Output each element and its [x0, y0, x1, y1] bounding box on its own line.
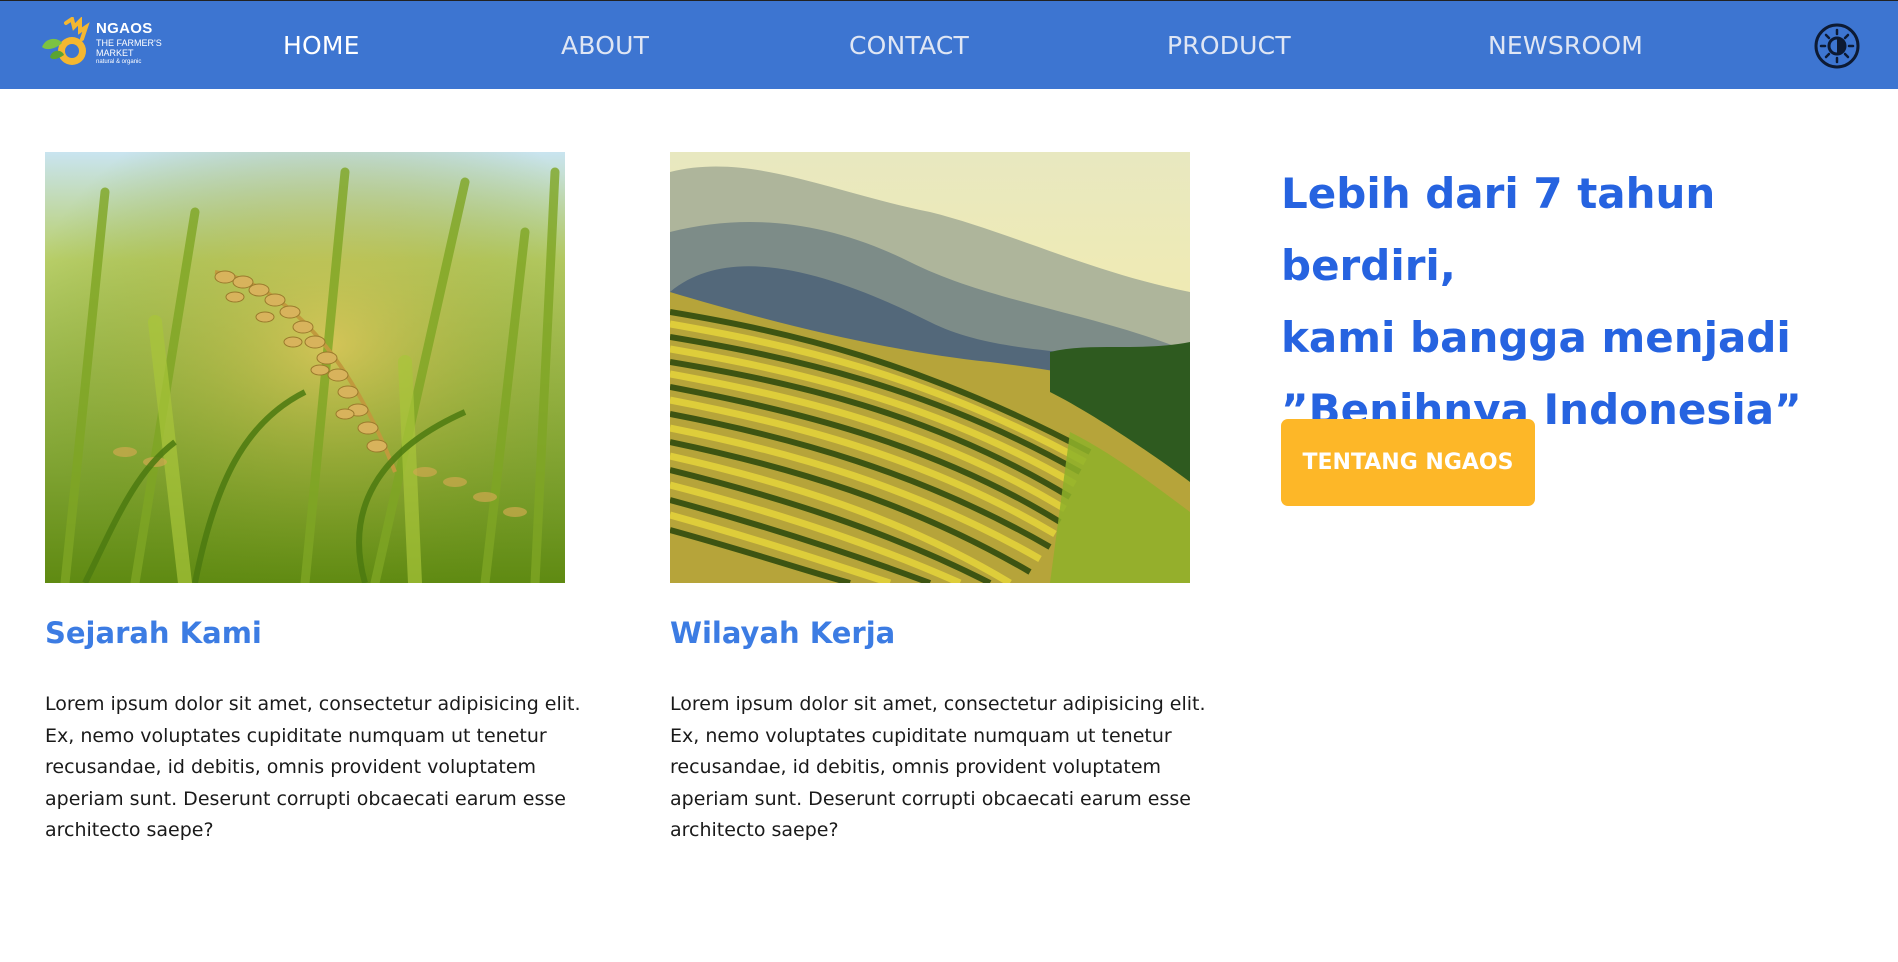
logo-tagline: THE FARMER'S	[96, 38, 162, 48]
brand-logo[interactable]: NGAOS THE FARMER'S MARKET natural & orga…	[36, 17, 176, 73]
logo-subtitle: natural & organic	[96, 59, 142, 65]
card-body-sejarah: Lorem ipsum dolor sit amet, consectetur …	[45, 693, 581, 841]
rice-terrace-image	[670, 152, 1190, 583]
card-body-wilayah: Lorem ipsum dolor sit amet, consectetur …	[670, 693, 1206, 841]
rice-grain-image	[45, 152, 565, 583]
hero-headline-line1: Lebih dari 7 tahun berdiri,	[1281, 169, 1716, 290]
theme-toggle-button[interactable]	[1814, 23, 1860, 69]
logo-brand: NGAOS	[96, 20, 153, 37]
nav-item-product[interactable]: PRODUCT	[1167, 31, 1291, 60]
tentang-ngaos-button[interactable]: TENTANG NGAOS	[1281, 419, 1535, 506]
nav-item-home[interactable]: HOME	[283, 31, 360, 60]
nav-item-newsroom[interactable]: NEWSROOM	[1488, 31, 1643, 60]
hero-headline: Lebih dari 7 tahun berdiri, kami bangga …	[1281, 158, 1881, 446]
top-navbar: NGAOS THE FARMER'S MARKET natural & orga…	[0, 0, 1898, 89]
logo-tagline-2: MARKET	[96, 48, 134, 58]
card-title-sejarah: Sejarah Kami	[45, 616, 262, 650]
nav-item-about[interactable]: ABOUT	[561, 31, 649, 60]
leaf-hand-logo-icon	[42, 17, 90, 65]
rice-terrace-photo	[670, 152, 1190, 583]
nav-item-contact[interactable]: CONTACT	[849, 31, 969, 60]
hero-headline-line2: kami bangga menjadi	[1281, 313, 1791, 362]
card-title-wilayah: Wilayah Kerja	[670, 616, 896, 650]
logo-text: NGAOS THE FARMER'S MARKET natural & orga…	[96, 21, 162, 65]
rice-grain-photo	[45, 152, 565, 583]
sun-moon-icon	[1814, 23, 1860, 69]
